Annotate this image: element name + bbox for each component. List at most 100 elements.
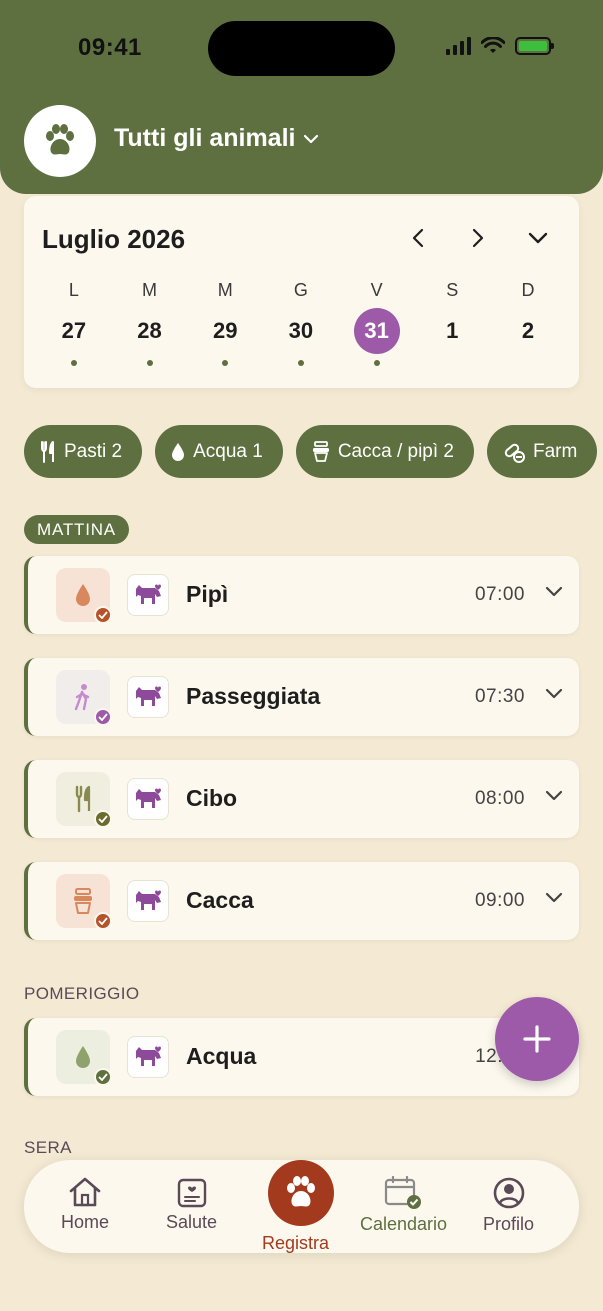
wifi-icon (481, 37, 505, 53)
pet-dog-icon (127, 1036, 169, 1078)
week-days: L 27 M 28 M 29 G 30 V 31 S 1 D 2 (36, 280, 566, 366)
event-card[interactable]: Cacca 09:00 (24, 862, 579, 940)
calendar-check-icon (384, 1176, 421, 1209)
plus-icon (523, 1025, 551, 1053)
next-week-button[interactable] (464, 226, 492, 250)
day-of-week-label: S (446, 280, 459, 300)
check-badge-icon (94, 1068, 112, 1086)
poop-icon (312, 440, 329, 462)
event-dot (222, 360, 229, 366)
event-card[interactable]: Passeggiata 07:30 (24, 658, 579, 736)
add-event-button[interactable] (495, 997, 579, 1081)
day-of-week-label: G (293, 280, 308, 300)
expand-calendar-button[interactable] (524, 226, 552, 250)
day-number: 1 (446, 318, 459, 343)
tab-profile-label: Profilo (483, 1214, 535, 1234)
health-record-icon (177, 1178, 206, 1208)
tab-profile[interactable]: Profilo (483, 1176, 534, 1235)
day-number: 29 (212, 318, 238, 343)
home-icon (69, 1177, 101, 1207)
section-evening-label: SERA (24, 1138, 72, 1157)
pet-dog-icon (127, 574, 169, 616)
day-number: 2 (521, 318, 535, 343)
event-title: Cacca (186, 887, 254, 913)
status-time: 09:41 (78, 34, 142, 61)
event-time: 09:00 (474, 890, 525, 911)
calendar-day[interactable]: M 29 (187, 280, 263, 366)
drop-icon (76, 584, 90, 606)
event-type-icon (56, 568, 112, 624)
chip-label: Pasti 2 (64, 440, 123, 462)
chevron-down-icon (304, 134, 319, 143)
chip-pharmacy[interactable]: Farm (487, 425, 598, 478)
tab-calendar[interactable]: Calendario (360, 1176, 447, 1235)
event-type-icon (56, 874, 112, 930)
pet-selector-label: Tutti gli animali (114, 124, 296, 152)
chevron-down-icon[interactable] (545, 892, 563, 903)
section-afternoon-label: POMERIGGIO (24, 984, 140, 1003)
chip-meals[interactable]: Pasti 2 (24, 425, 143, 478)
calendar-day[interactable]: D 2 (490, 280, 566, 366)
chip-water[interactable]: Acqua 1 (155, 425, 283, 478)
poop-icon (74, 888, 92, 914)
event-card[interactable]: Pipì 07:00 (24, 556, 579, 634)
pill-icon (504, 443, 525, 463)
chevron-left-icon (412, 228, 424, 248)
day-number: 27 (61, 318, 87, 343)
chip-potty[interactable]: Cacca / pipì 2 (295, 425, 474, 478)
event-type-icon (56, 1030, 112, 1086)
pet-avatar[interactable] (24, 105, 96, 177)
prev-week-button[interactable] (404, 226, 432, 250)
calendar-day[interactable]: S 1 (414, 280, 490, 366)
day-of-week-label: L (68, 280, 79, 300)
battery-icon (515, 37, 554, 55)
chevron-right-icon (472, 228, 484, 248)
event-dot (297, 360, 304, 366)
tab-home[interactable]: Home (61, 1176, 109, 1233)
event-title: Pipì (186, 581, 229, 607)
drop-icon (76, 1046, 90, 1068)
dynamic-island (208, 21, 395, 76)
tab-health[interactable]: Salute (166, 1178, 217, 1233)
event-dot (146, 360, 153, 366)
event-card[interactable]: Cibo 08:00 (24, 760, 579, 838)
event-dot (373, 360, 380, 366)
day-of-week-label: V (370, 280, 383, 300)
pet-selector-dropdown[interactable]: Tutti gli animali (114, 124, 319, 153)
pet-dog-icon (127, 676, 169, 718)
fork-knife-icon (41, 440, 54, 463)
event-type-icon (56, 670, 112, 726)
check-badge-icon (94, 606, 112, 624)
bottom-background (0, 1250, 603, 1311)
tab-health-label: Salute (166, 1212, 218, 1232)
calendar-month-title: Luglio 2026 (42, 224, 186, 254)
pet-dog-icon (127, 778, 169, 820)
section-morning-label: MATTINA (24, 515, 129, 544)
paw-icon (287, 1176, 315, 1207)
fork-knife-icon (75, 785, 91, 813)
calendar-day[interactable]: M 28 (112, 280, 188, 366)
tab-calendar-label: Calendario (360, 1214, 448, 1234)
tab-log-label: Registra (262, 1233, 330, 1253)
chevron-down-icon[interactable] (545, 790, 563, 801)
calendar-day-selected[interactable]: V 31 (339, 280, 415, 366)
chevron-down-icon[interactable] (545, 586, 563, 597)
event-time: 07:30 (474, 686, 525, 707)
calendar-day[interactable]: G 30 (263, 280, 339, 366)
day-number: 30 (288, 318, 314, 343)
cellular-signal-icon (446, 37, 471, 55)
chip-label: Farm (533, 440, 578, 462)
day-of-week-label: D (521, 280, 535, 300)
day-of-week-label: M (217, 280, 233, 300)
header: 09:41 Tutti gli animali (0, 0, 603, 194)
tab-bar: Home Salute Registra Calendario Profilo (24, 1160, 579, 1253)
day-number-selected: 31 (353, 308, 400, 354)
event-time: 08:00 (474, 788, 525, 809)
filter-chips: Pasti 2 Acqua 1 Cacca / pipì 2 Farm (24, 425, 603, 478)
chevron-down-icon[interactable] (545, 688, 563, 699)
check-badge-icon (94, 708, 112, 726)
day-of-week-label: M (142, 280, 158, 300)
chevron-down-icon (528, 232, 548, 244)
calendar-day[interactable]: L 27 (36, 280, 112, 366)
tab-log[interactable] (268, 1160, 334, 1226)
